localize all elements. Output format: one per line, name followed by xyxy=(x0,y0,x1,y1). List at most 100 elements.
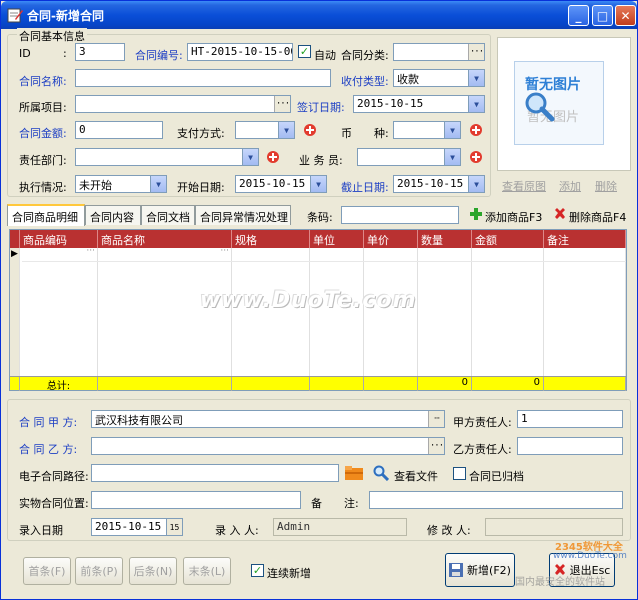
party-a-field[interactable]: 武汉科技有限公司 ··· xyxy=(91,410,445,428)
col-remark[interactable]: 备注 xyxy=(544,230,626,248)
chevron-down-icon[interactable]: ▼ xyxy=(310,176,326,192)
tab-exception-handling[interactable]: 合同异常情况处理 xyxy=(195,205,291,225)
product-grid[interactable]: 商品编码 商品名称 规格 单位 单价 数量 金额 备注 ▶ ··· ··· ww… xyxy=(9,229,627,392)
chevron-down-icon[interactable]: ▼ xyxy=(278,122,294,138)
col-qty[interactable]: 数量 xyxy=(418,230,472,248)
staff-select[interactable]: ▼ xyxy=(357,148,461,166)
name-field[interactable] xyxy=(75,69,331,87)
party-b-person-field[interactable] xyxy=(517,437,623,455)
chevron-down-icon[interactable]: ▼ xyxy=(242,149,258,165)
chevron-down-icon[interactable]: ▼ xyxy=(468,70,484,86)
chevron-down-icon[interactable]: ▼ xyxy=(468,96,484,112)
entry-by-label: 录 入 人: xyxy=(215,524,259,537)
continuous-add-label: 连续新增 xyxy=(267,567,311,580)
currency-select[interactable]: ▼ xyxy=(393,121,461,139)
add-dept-icon[interactable] xyxy=(266,150,280,164)
archived-checkbox[interactable] xyxy=(453,467,466,480)
grid-column-code[interactable]: ··· xyxy=(20,246,98,376)
archived-label: 合同已归档 xyxy=(469,470,524,483)
name-label: 合同名称: xyxy=(19,75,67,88)
id-field[interactable]: 3 xyxy=(75,43,125,61)
sign-date-picker[interactable]: 2015-10-15 ▼ xyxy=(353,95,485,113)
project-browse-button[interactable]: ··· xyxy=(274,96,290,112)
entry-date-picker[interactable]: 2015-10-15 15 xyxy=(91,518,183,536)
calendar-icon[interactable]: 15 xyxy=(166,519,182,535)
first-record-button[interactable]: 首条(F) xyxy=(23,557,71,585)
add-icon[interactable] xyxy=(470,208,482,220)
add-pay-method-icon[interactable] xyxy=(303,123,317,137)
brand-site-text: www.DuoTe.com xyxy=(553,551,627,561)
chevron-down-icon[interactable]: ▼ xyxy=(444,122,460,138)
delete-image-link[interactable]: 删除 xyxy=(595,178,617,194)
delete-product-button[interactable]: 删除商品F4 xyxy=(569,209,626,225)
maximize-button[interactable]: □ xyxy=(592,5,613,26)
window-title: 合同-新增合同 xyxy=(27,9,104,23)
start-date-picker[interactable]: 2015-10-15 ▼ xyxy=(235,175,327,193)
pay-method-select[interactable]: ▼ xyxy=(235,121,295,139)
close-button[interactable]: ✕ xyxy=(615,5,636,26)
contract-no-field[interactable]: HT-2015-10-15-0001 xyxy=(187,43,293,61)
epath-label: 电子合同路径: xyxy=(19,470,89,483)
grid-column-amount[interactable] xyxy=(472,248,544,376)
category-browse-button[interactable]: ··· xyxy=(468,44,484,60)
exec-select[interactable]: 未开始 ▼ xyxy=(75,175,167,193)
col-price[interactable]: 单价 xyxy=(364,230,418,248)
table-row[interactable] xyxy=(22,248,626,262)
pay-type-select[interactable]: 收款 ▼ xyxy=(393,69,485,87)
party-b-person-label: 乙方责任人: xyxy=(453,443,512,456)
end-date-picker[interactable]: 2015-10-15 ▼ xyxy=(393,175,485,193)
tab-contract-content[interactable]: 合同内容 xyxy=(85,205,141,225)
col-unit[interactable]: 单位 xyxy=(310,230,364,248)
next-record-button[interactable]: 后条(N) xyxy=(129,557,177,585)
auto-checkbox[interactable]: ✓ xyxy=(298,45,311,58)
project-field[interactable]: ··· xyxy=(75,95,291,113)
start-date-label: 开始日期: xyxy=(177,181,225,194)
col-spec[interactable]: 规格 xyxy=(232,230,310,248)
tab-contract-docs[interactable]: 合同文档 xyxy=(141,205,195,225)
epath-field[interactable] xyxy=(91,464,339,482)
sign-date-label: 签订日期: xyxy=(297,101,345,114)
remark-field[interactable] xyxy=(369,491,623,509)
delete-icon[interactable] xyxy=(554,208,566,220)
minimize-button[interactable]: _ xyxy=(568,5,589,26)
last-record-button[interactable]: 末条(L) xyxy=(183,557,231,585)
chevron-down-icon[interactable]: ▼ xyxy=(468,176,484,192)
col-name[interactable]: 商品名称 xyxy=(98,230,232,248)
view-original-link[interactable]: 查看原图 xyxy=(502,178,546,194)
search-icon[interactable] xyxy=(373,465,389,481)
dept-select[interactable]: ▼ xyxy=(75,148,259,166)
party-b-browse-button[interactable]: ··· xyxy=(428,438,444,454)
view-file-button[interactable]: 查看文件 xyxy=(394,468,438,484)
party-a-browse-button[interactable]: ··· xyxy=(428,411,444,427)
category-field[interactable]: ··· xyxy=(393,43,485,61)
new-button[interactable]: 新增(F2) xyxy=(445,553,515,587)
add-staff-icon[interactable] xyxy=(469,150,483,164)
tab-product-details[interactable]: 合同商品明细 xyxy=(7,204,85,226)
total-label: 总计: xyxy=(20,377,98,392)
staff-label: 业 务 员: xyxy=(299,154,343,167)
folder-icon[interactable] xyxy=(345,465,363,481)
modified-by-label: 修 改 人: xyxy=(427,524,471,537)
col-amount[interactable]: 金额 xyxy=(472,230,544,248)
current-row-arrow-icon: ▶ xyxy=(11,249,18,259)
add-currency-icon[interactable] xyxy=(469,123,483,137)
pay-type-label: 收付类型: xyxy=(341,75,389,88)
party-a-person-field[interactable]: 1 xyxy=(517,410,623,428)
title-bar[interactable]: 合同-新增合同 _ □ ✕ xyxy=(1,1,637,29)
grid-column-qty[interactable] xyxy=(418,248,472,376)
prev-record-button[interactable]: 前条(P) xyxy=(75,557,123,585)
grid-column-remark[interactable] xyxy=(544,248,626,376)
save-icon xyxy=(449,563,464,577)
chevron-down-icon[interactable]: ▼ xyxy=(444,149,460,165)
barcode-input[interactable] xyxy=(341,206,459,224)
category-label: 合同分类: xyxy=(341,49,389,62)
remark-label: 备 注: xyxy=(311,497,359,510)
chevron-down-icon[interactable]: ▼ xyxy=(150,176,166,192)
party-b-field[interactable]: ··· xyxy=(91,437,445,455)
add-product-button[interactable]: 添加商品F3 xyxy=(485,209,542,225)
physical-location-field[interactable] xyxy=(91,491,301,509)
continuous-add-checkbox[interactable]: ✓ xyxy=(251,564,264,577)
main-window: 合同-新增合同 _ □ ✕ 合同基本信息 ID : 3 合同编号: HT-201… xyxy=(0,0,638,600)
amount-field[interactable]: 0 xyxy=(75,121,163,139)
add-image-link[interactable]: 添加 xyxy=(559,178,581,194)
